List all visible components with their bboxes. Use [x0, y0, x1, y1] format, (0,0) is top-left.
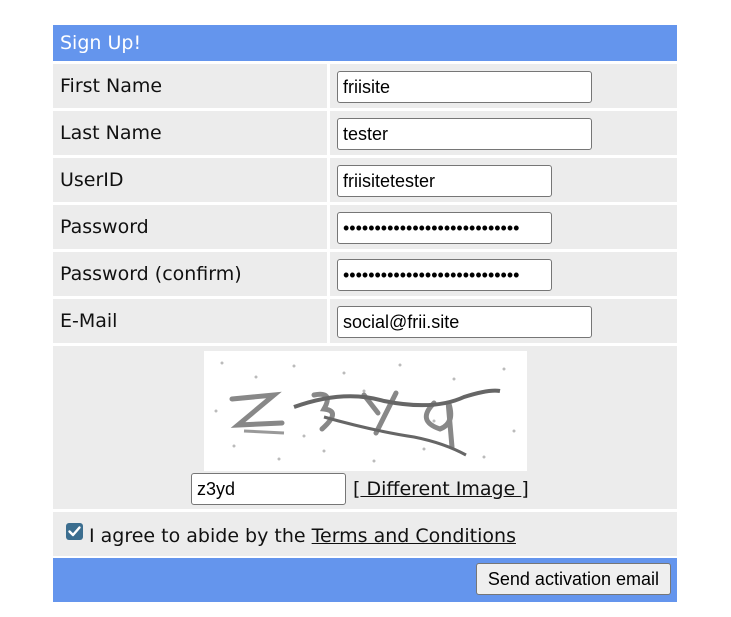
userid-row: UserID	[53, 158, 677, 202]
password-confirm-row: Password (confirm)	[53, 252, 677, 296]
terms-prefix: I agree to abide by the	[89, 525, 312, 547]
bracket-close: ]	[521, 478, 529, 500]
different-image-link[interactable]: Different Image	[360, 478, 521, 500]
password-input[interactable]	[337, 212, 552, 244]
terms-link[interactable]: Terms and Conditions	[312, 525, 516, 547]
first-name-row: First Name	[53, 64, 677, 108]
captcha-input[interactable]	[191, 473, 346, 505]
send-activation-button[interactable]: Send activation email	[475, 563, 671, 595]
signup-form: Sign Up! First Name Last Name UserID Pas…	[53, 25, 677, 602]
email-row: E-Mail	[53, 299, 677, 343]
last-name-input[interactable]	[337, 118, 592, 150]
email-input[interactable]	[337, 306, 592, 338]
different-image-link-wrapper: [ Different Image ]	[353, 476, 529, 502]
captcha-section: [ Different Image ]	[53, 346, 677, 509]
password-confirm-input[interactable]	[337, 259, 552, 291]
captcha-image	[204, 351, 527, 471]
first-name-input[interactable]	[337, 71, 592, 103]
last-name-row: Last Name	[53, 111, 677, 155]
terms-checkbox[interactable]	[66, 523, 83, 540]
last-name-label: Last Name	[53, 111, 327, 155]
first-name-label: First Name	[53, 64, 327, 108]
terms-text: I agree to abide by the Terms and Condit…	[89, 512, 516, 560]
checkmark-icon	[68, 526, 81, 537]
userid-label: UserID	[53, 158, 327, 202]
password-row: Password	[53, 205, 677, 249]
password-label: Password	[53, 205, 327, 249]
email-label: E-Mail	[53, 299, 327, 343]
form-title: Sign Up!	[53, 25, 677, 61]
form-footer: Send activation email	[53, 558, 677, 602]
userid-input[interactable]	[337, 165, 552, 197]
password-confirm-label: Password (confirm)	[53, 252, 327, 296]
terms-row: I agree to abide by the Terms and Condit…	[53, 512, 677, 556]
